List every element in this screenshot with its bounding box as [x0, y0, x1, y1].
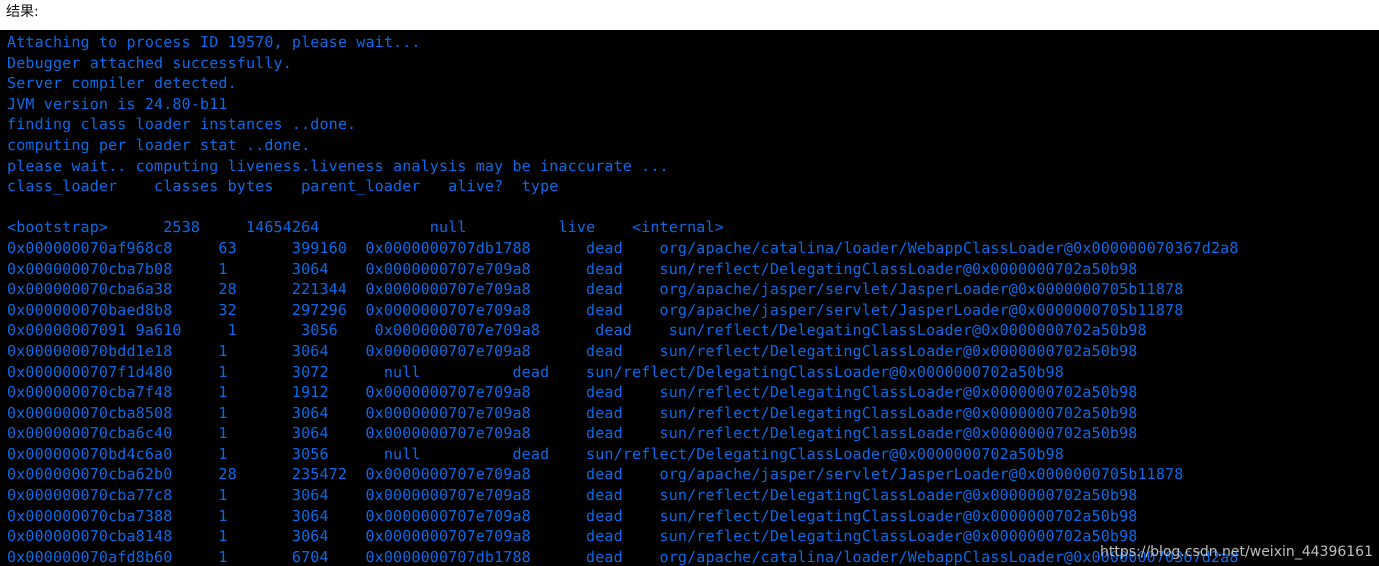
terminal-line: 0x000000070cba7b08 1 3064 0x0000000707e7… — [7, 259, 1138, 278]
terminal-line: Debugger attached successfully. — [7, 53, 292, 72]
terminal-line: 0x000000070cba7f48 1 1912 0x0000000707e7… — [7, 383, 1138, 402]
terminal-line: <bootstrap> 2538 14654264 null live <int… — [7, 218, 724, 237]
terminal-line: 0x000000070cba8148 1 3064 0x0000000707e7… — [7, 527, 1138, 546]
terminal-line: class_loader classes bytes parent_loader… — [7, 177, 559, 196]
terminal-line: 0x000000070af968c8 63 399160 0x000000070… — [7, 238, 1239, 257]
terminal-line: 0x00000007091 9a610 1 3056 0x0000000707e… — [7, 321, 1147, 340]
caption-bar: 结果: — [0, 0, 1379, 30]
terminal-line: 0x000000070cba6c40 1 3064 0x0000000707e7… — [7, 424, 1138, 443]
terminal-line: 0x000000070bd4c6a0 1 3056 null dead sun/… — [7, 444, 1064, 463]
terminal-line: 0x000000070cba8508 1 3064 0x0000000707e7… — [7, 403, 1138, 422]
result-caption-label: 结果: — [6, 4, 39, 20]
terminal-line: 0x000000070bdd1e18 1 3064 0x0000000707e7… — [7, 341, 1138, 360]
terminal-line: Server compiler detected. — [7, 74, 237, 93]
terminal-line: 0x000000070cba7388 1 3064 0x0000000707e7… — [7, 506, 1138, 525]
terminal-line: 0x000000070cba6a38 28 221344 0x000000070… — [7, 280, 1184, 299]
terminal-line: Attaching to process ID 19570, please wa… — [7, 33, 421, 51]
terminal-line: JVM version is 24.80-b11 — [7, 94, 228, 113]
terminal-line: 0x000000070cba77c8 1 3064 0x0000000707e7… — [7, 486, 1138, 505]
terminal-line: 0x0000000707f1d480 1 3072 null dead sun/… — [7, 362, 1064, 381]
terminal-line: 0x000000070afd8b60 1 6704 0x0000000707db… — [7, 547, 1239, 566]
terminal-line: computing per loader stat ..done. — [7, 135, 311, 154]
terminal-line: please wait.. computing liveness.livenes… — [7, 156, 669, 175]
terminal-line: finding class loader instances ..done. — [7, 115, 357, 134]
terminal-line: 0x000000070cba62b0 28 235472 0x000000070… — [7, 465, 1184, 484]
terminal-console[interactable]: Attaching to process ID 19570, please wa… — [0, 30, 1379, 566]
terminal-line: 0x000000070baed8b8 32 297296 0x000000070… — [7, 300, 1184, 319]
terminal-output-text: Attaching to process ID 19570, please wa… — [7, 32, 1239, 566]
